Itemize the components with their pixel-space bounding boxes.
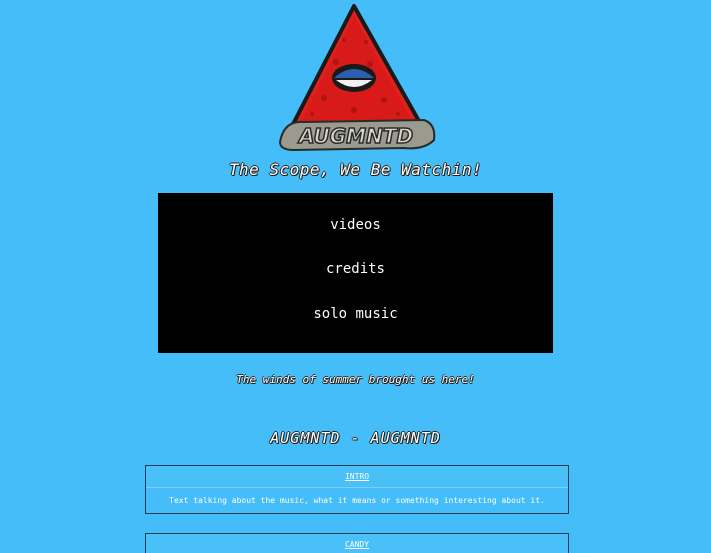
- track-link-intro[interactable]: INTRO: [345, 472, 369, 481]
- nav-link-videos[interactable]: videos: [158, 217, 553, 233]
- svg-text:AUGMNTD: AUGMNTD: [297, 124, 413, 148]
- nav-link-credits[interactable]: credits: [158, 261, 553, 277]
- track-link-candy[interactable]: CANDY: [345, 540, 369, 549]
- site-tagline: The Scope, We Be Watchin!: [228, 160, 483, 179]
- augmntd-logo: AUGMNTD: [274, 2, 438, 152]
- eye-triangle-logo-icon: AUGMNTD: [278, 4, 436, 152]
- track-description: Text talking about the music, what it me…: [169, 496, 545, 505]
- main-navigation: videos credits solo music: [158, 193, 553, 353]
- album-title: AUGMNTD - AUGMNTD: [270, 429, 441, 447]
- track-card-intro: INTRO Text talking about the music, what…: [145, 465, 569, 514]
- track-header: INTRO: [146, 466, 568, 488]
- track-card-candy: CANDY: [145, 533, 569, 553]
- augmntd-logo-lettering: AUGMNTD: [278, 118, 436, 152]
- track-header: CANDY: [146, 534, 568, 553]
- nav-link-solo-music[interactable]: solo music: [158, 306, 553, 322]
- sub-tagline: The winds of summer brought us here!: [236, 373, 475, 386]
